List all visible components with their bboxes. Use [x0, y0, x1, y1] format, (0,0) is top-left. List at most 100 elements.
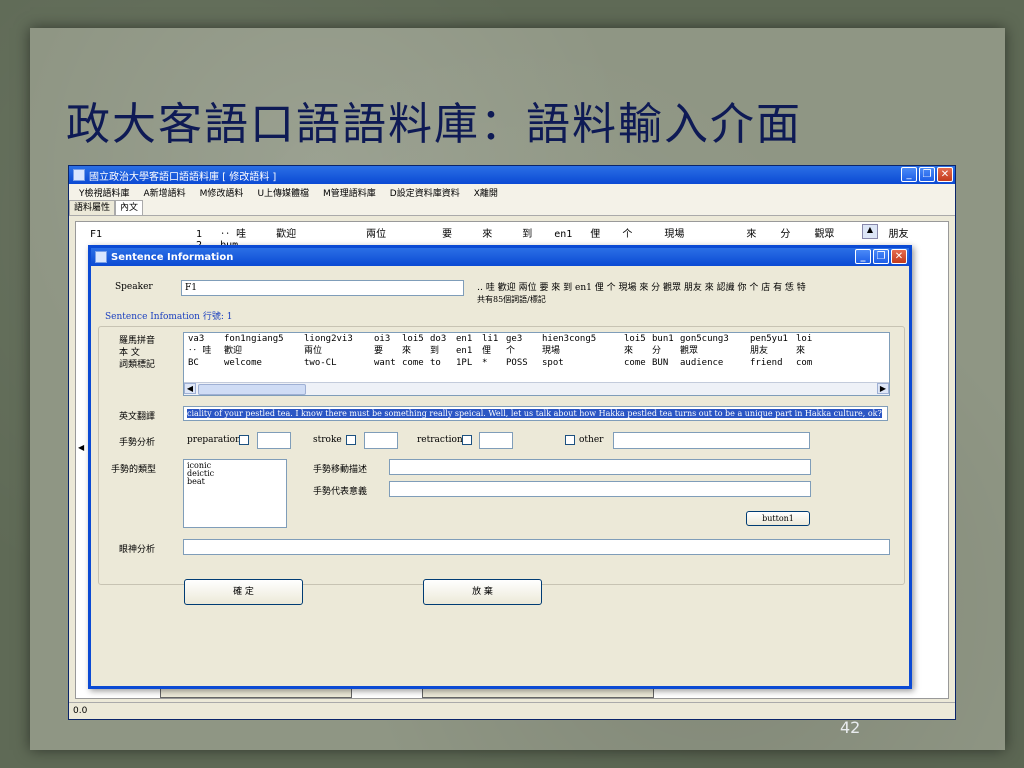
- grid-cell[interactable]: loi: [796, 333, 826, 345]
- grid-cell[interactable]: ge3: [506, 333, 542, 345]
- grid-cell[interactable]: POSS: [506, 357, 542, 369]
- grid-cell[interactable]: 觀眾: [680, 345, 750, 357]
- dialog-close-button[interactable]: ✕: [891, 249, 907, 264]
- grid-cell[interactable]: audience: [680, 357, 750, 369]
- gesture-type-list[interactable]: iconic deictic beat: [183, 459, 287, 528]
- menu-db-settings[interactable]: D設定資料庫資料: [390, 186, 460, 199]
- other-checkbox[interactable]: [565, 435, 575, 445]
- tab-content[interactable]: 內文: [115, 200, 144, 215]
- grid-cell[interactable]: loi5: [624, 333, 652, 345]
- grid-cell[interactable]: to: [430, 357, 456, 369]
- retraction-field[interactable]: [479, 432, 513, 449]
- tab-strip: 語料屬性 內文: [69, 200, 955, 216]
- confirm-button[interactable]: 確 定: [184, 579, 303, 605]
- maximize-button[interactable]: ❐: [919, 167, 935, 182]
- grid-cell[interactable]: liong2vi3: [304, 333, 374, 345]
- scroll-left-icon[interactable]: ◀: [184, 383, 196, 394]
- close-button[interactable]: ✕: [937, 167, 953, 182]
- translation-field[interactable]: ciality of your pestled tea. I know ther…: [183, 406, 888, 421]
- bg-word: 兩位: [366, 229, 387, 240]
- bg-word: 俚: [590, 229, 601, 240]
- stroke-checkbox[interactable]: [346, 435, 356, 445]
- tab-corpus-attributes[interactable]: 語料屬性: [69, 200, 116, 215]
- dialog-title: Sentence Information: [111, 251, 234, 263]
- grid-cell[interactable]: *: [482, 357, 506, 369]
- stroke-label: stroke: [313, 435, 342, 445]
- gesture-meaning-field[interactable]: [389, 481, 811, 497]
- menu-add-corpus[interactable]: A新增語料: [144, 186, 186, 199]
- grid-cell[interactable]: ‥ 哇: [188, 345, 224, 357]
- grid-cell[interactable]: loi5: [402, 333, 430, 345]
- dialog-titlebar[interactable]: Sentence Information _ ❐ ✕: [91, 248, 909, 266]
- grid-cell[interactable]: 來: [796, 345, 826, 357]
- grid-cell[interactable]: friend: [750, 357, 796, 369]
- grid-cell[interactable]: oi3: [374, 333, 402, 345]
- grid-cell[interactable]: 个: [506, 345, 542, 357]
- grid-cell[interactable]: 來: [624, 345, 652, 357]
- grid-cell[interactable]: welcome: [224, 357, 304, 369]
- grid-cell[interactable]: 俚: [482, 345, 506, 357]
- grid-cell[interactable]: va3: [188, 333, 224, 345]
- preparation-field[interactable]: [257, 432, 291, 449]
- grid-cell[interactable]: BUN: [652, 357, 680, 369]
- scroll-right-icon[interactable]: ▶: [877, 383, 889, 394]
- grid-cell[interactable]: spot: [542, 357, 624, 369]
- other-field[interactable]: [613, 432, 810, 449]
- menu-upload-media[interactable]: U上傳媒體檔: [257, 186, 309, 199]
- bg-word: 个: [622, 229, 633, 240]
- grid-cell[interactable]: 來: [402, 345, 430, 357]
- grid-cell[interactable]: hien3cong5: [542, 333, 624, 345]
- grid-cell[interactable]: BC: [188, 357, 224, 369]
- annotation-grid[interactable]: va3 fon1ngiang5 liong2vi3 oi3 loi5 do3 en1 li1 g…: [183, 332, 890, 396]
- grid-cell[interactable]: 兩位: [304, 345, 374, 357]
- grid-row-pos: BC welcome two-CL want come to 1PL * POSS spot com…: [184, 357, 889, 369]
- grid-cell[interactable]: 分: [652, 345, 680, 357]
- grid-cell[interactable]: 朋友: [750, 345, 796, 357]
- bg-scroll-up-icon[interactable]: ▲: [862, 224, 878, 239]
- grid-cell[interactable]: pen5yu1: [750, 333, 796, 345]
- bg-word: 分: [780, 229, 791, 240]
- translation-selected-text: ciality of your pestled tea. I know ther…: [187, 409, 882, 418]
- menu-edit-corpus[interactable]: M修改語料: [200, 186, 244, 199]
- grid-cell[interactable]: come: [624, 357, 652, 369]
- grid-cell[interactable]: en1: [456, 345, 482, 357]
- stroke-field[interactable]: [364, 432, 398, 449]
- menu-exit[interactable]: X離開: [474, 186, 498, 199]
- grid-cell[interactable]: 現場: [542, 345, 624, 357]
- grid-cell[interactable]: come: [402, 357, 430, 369]
- grid-cell[interactable]: 到: [430, 345, 456, 357]
- grid-cell[interactable]: want: [374, 357, 402, 369]
- gesture-move-field[interactable]: [389, 459, 811, 475]
- cancel-button[interactable]: 放 棄: [423, 579, 542, 605]
- button1[interactable]: button1: [746, 511, 810, 526]
- gaze-field[interactable]: [183, 539, 890, 555]
- scroll-thumb[interactable]: [198, 384, 306, 395]
- speaker-field[interactable]: F1: [181, 280, 464, 296]
- bg-word: 到: [522, 229, 533, 240]
- dialog-body: Speaker F1 ‥ 哇 歡迎 兩位 要 來 到 en1 俚 个 現場 來 …: [91, 266, 909, 686]
- grid-cell[interactable]: fon1ngiang5: [224, 333, 304, 345]
- grid-cell[interactable]: en1: [456, 333, 482, 345]
- dialog-maximize-button[interactable]: ❐: [873, 249, 889, 264]
- group-title: Sentence Infomation 行號: 1: [103, 309, 235, 322]
- list-item[interactable]: beat: [187, 478, 283, 486]
- grid-cell[interactable]: li1: [482, 333, 506, 345]
- menu-view-corpus[interactable]: Y檢視語料庫: [79, 186, 130, 199]
- main-titlebar[interactable]: 國立政治大學客語口語語料庫 [ 修改語料 ] _ ❐ ✕: [69, 166, 955, 184]
- grid-cell[interactable]: 1PL: [456, 357, 482, 369]
- grid-cell[interactable]: bun1: [652, 333, 680, 345]
- left-arrow-icon[interactable]: ◀: [78, 443, 84, 452]
- menu-manage-corpus[interactable]: M管理語料庫: [323, 186, 376, 199]
- grid-cell[interactable]: 歡迎: [224, 345, 304, 357]
- dialog-minimize-button[interactable]: _: [855, 249, 871, 264]
- retraction-checkbox[interactable]: [462, 435, 472, 445]
- grid-cell[interactable]: do3: [430, 333, 456, 345]
- bg-word: en1: [554, 229, 573, 240]
- preparation-checkbox[interactable]: [239, 435, 249, 445]
- grid-horizontal-scrollbar[interactable]: ◀ ▶: [184, 382, 889, 395]
- grid-cell[interactable]: com: [796, 357, 826, 369]
- grid-cell[interactable]: 要: [374, 345, 402, 357]
- grid-cell[interactable]: gon5cung3: [680, 333, 750, 345]
- grid-cell[interactable]: two-CL: [304, 357, 374, 369]
- minimize-button[interactable]: _: [901, 167, 917, 182]
